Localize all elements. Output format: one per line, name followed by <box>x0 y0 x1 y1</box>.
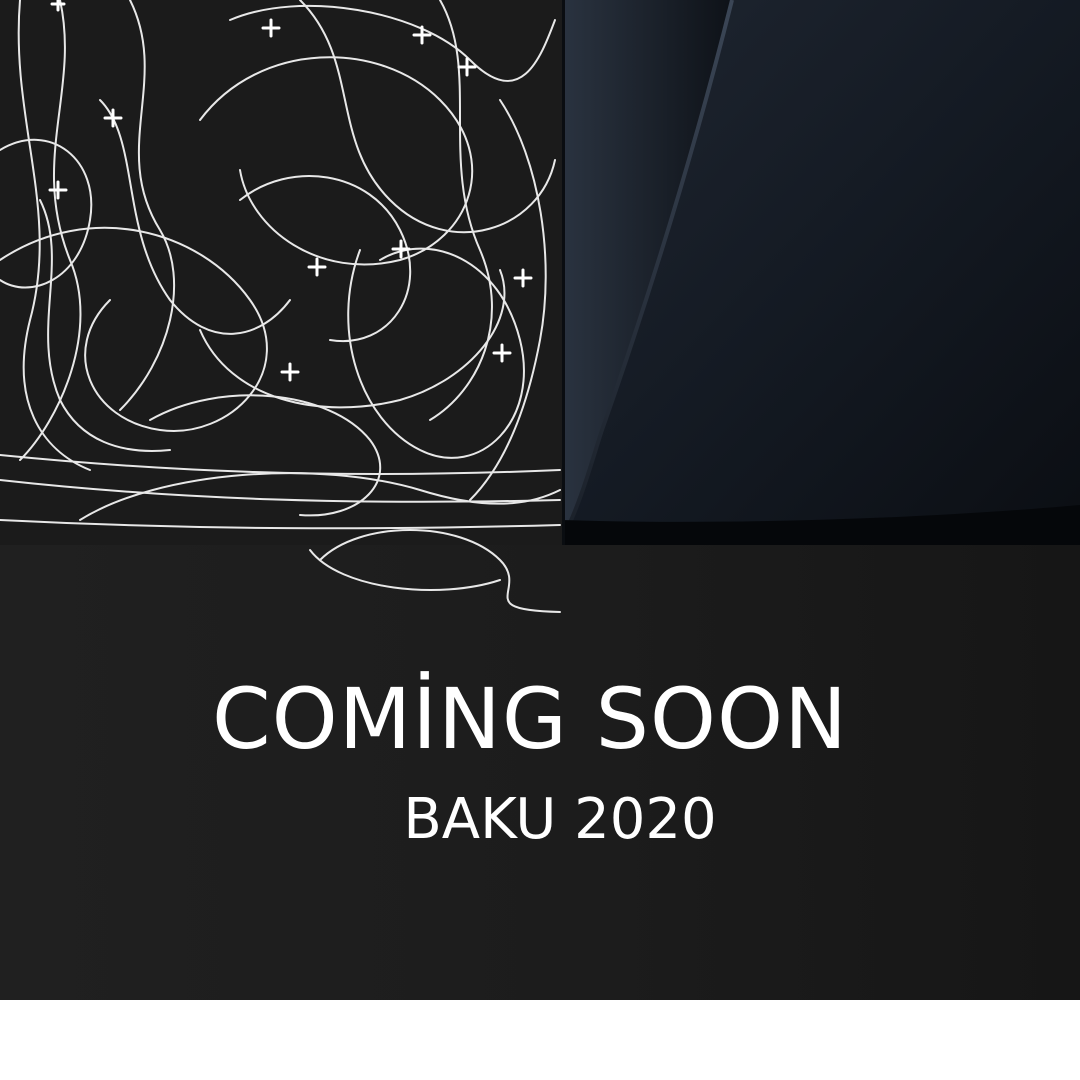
baku-2020-subline: BAKU 2020 <box>403 787 717 852</box>
bottom-white-strip <box>0 1000 1080 1080</box>
poster: COMİNG SOON BAKU 2020 <box>0 0 1080 1000</box>
coming-soon-headline: COMİNG SOON <box>211 670 849 768</box>
dark-panel-graphic <box>562 0 1080 545</box>
scribble-artwork <box>0 0 562 613</box>
